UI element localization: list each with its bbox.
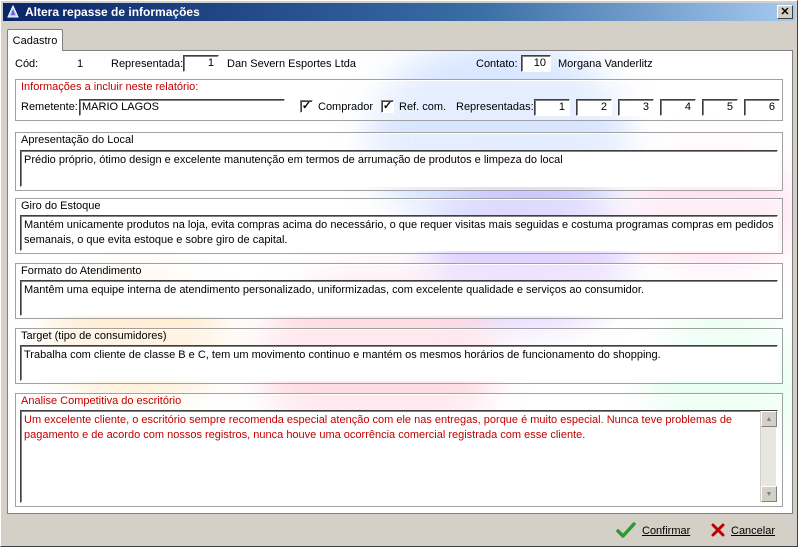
representada-slot-2[interactable]: 2 xyxy=(576,99,612,116)
apresentacao-memo[interactable]: Prédio próprio, ótimo design e excelente… xyxy=(20,150,778,187)
contato-id-field[interactable]: 10 xyxy=(521,55,551,72)
remetente-label: Remetente: xyxy=(21,101,78,113)
arrow-up-icon: ▲ xyxy=(765,415,773,423)
cancel-button[interactable]: Cancelar xyxy=(711,520,775,542)
app-icon xyxy=(5,4,21,20)
analise-title: Analise Competitiva do escritório xyxy=(21,395,182,407)
confirm-button[interactable]: Confirmar xyxy=(616,520,690,542)
confirm-label: Confirmar xyxy=(642,525,691,537)
report-info-title: Informações a incluir neste relatório: xyxy=(21,81,199,93)
cadastro-panel: Cód: 1 Representada: 1 Dan Severn Esport… xyxy=(7,50,793,514)
tab-cadastro[interactable]: Cadastro xyxy=(7,29,63,51)
representada-slot-4[interactable]: 4 xyxy=(660,99,696,116)
representada-id-field[interactable]: 1 xyxy=(183,55,219,72)
apresentacao-title: Apresentação do Local xyxy=(21,134,134,146)
close-button[interactable]: ✕ xyxy=(777,5,793,19)
formato-title: Formato do Atendimento xyxy=(21,265,142,277)
comprador-checkbox[interactable]: ✓ xyxy=(300,100,313,113)
check-icon: ✓ xyxy=(382,100,393,112)
cancel-label: Cancelar xyxy=(731,525,776,537)
remetente-field[interactable]: MARIO LAGOS xyxy=(79,99,285,116)
window-title: Altera repasse de informações xyxy=(25,5,200,19)
arrow-down-icon: ▼ xyxy=(765,490,773,498)
analise-scrollbar[interactable]: ▲ ▼ xyxy=(760,411,777,502)
representada-name: Dan Severn Esportes Ltda xyxy=(227,58,357,70)
x-icon xyxy=(711,523,725,540)
representada-label: Representada: xyxy=(111,58,184,70)
dialog-window: Altera repasse de informações ✕ Cadastro… xyxy=(0,0,798,547)
representadas-label: Representadas: xyxy=(456,101,534,113)
check-icon: ✓ xyxy=(301,100,312,112)
representada-slot-6[interactable]: 6 xyxy=(744,99,780,116)
checkmark-icon xyxy=(616,521,636,542)
comprador-label: Comprador xyxy=(318,101,374,113)
cod-label: Cód: xyxy=(15,58,39,70)
contato-name: Morgana Vanderlitz xyxy=(558,58,653,70)
target-title: Target (tipo de consumidores) xyxy=(21,330,167,342)
target-memo[interactable]: Trabalha com cliente de classe B e C, te… xyxy=(20,345,778,381)
giro-memo[interactable]: Mantém unicamente produtos na loja, evit… xyxy=(20,215,778,251)
scroll-down-button[interactable]: ▼ xyxy=(761,486,777,502)
formato-memo[interactable]: Mantêm uma equipe interna de atendimento… xyxy=(20,280,778,316)
scroll-up-button[interactable]: ▲ xyxy=(761,411,777,427)
close-icon: ✕ xyxy=(780,5,790,18)
cod-value: 1 xyxy=(77,58,84,70)
analise-memo[interactable]: Um excelente cliente, o escritório sempr… xyxy=(20,410,778,503)
representada-slot-5[interactable]: 5 xyxy=(702,99,738,116)
tab-cadastro-label: Cadastro xyxy=(12,34,58,47)
refcom-checkbox[interactable]: ✓ xyxy=(381,100,394,113)
refcom-label: Ref. com. xyxy=(399,101,447,113)
title-bar: Altera repasse de informações ✕ xyxy=(3,3,795,21)
contato-label: Contato: xyxy=(476,58,518,70)
representada-slot-3[interactable]: 3 xyxy=(618,99,654,116)
giro-title: Giro do Estoque xyxy=(21,200,101,212)
representada-slot-1[interactable]: 1 xyxy=(534,99,570,116)
